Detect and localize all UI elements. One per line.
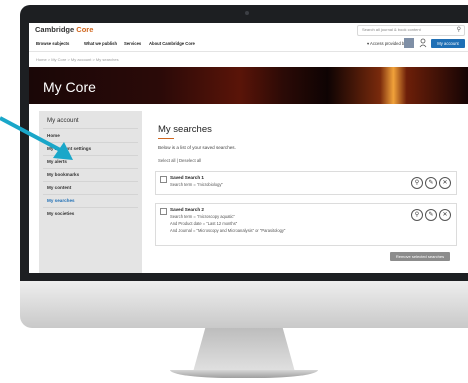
saved-search-name: Saved Search 1 (170, 175, 204, 180)
description-text: Below is a list of your saved searches. (158, 145, 236, 150)
monitor-chin (20, 281, 468, 328)
sidebar-item-searches[interactable]: My searches (47, 198, 75, 203)
saved-search-filter: And Product date = "Last 12 months" (170, 221, 238, 226)
delete-close-icon[interactable]: ✕ (439, 177, 451, 189)
sidebar-item-alerts[interactable]: My alerts (47, 159, 67, 164)
saved-search-checkbox[interactable] (160, 176, 167, 183)
sidebar-divider (43, 128, 138, 129)
sidebar-item-bookmarks[interactable]: My bookmarks (47, 172, 79, 177)
search-placeholder: Search all journal & book content (362, 27, 421, 32)
cambridge-core-logo[interactable]: Cambridge Core (35, 25, 93, 34)
saved-search-checkbox[interactable] (160, 208, 167, 215)
sidebar-divider (43, 142, 138, 143)
edit-pencil-icon[interactable]: ✎ (425, 209, 437, 221)
monitor-stand-base (170, 370, 318, 378)
saved-search-term: Search term = "microscopy aquatic" (170, 214, 235, 219)
page-title: My Core (43, 79, 96, 95)
edit-pencil-icon[interactable]: ✎ (425, 177, 437, 189)
institution-logo-icon (404, 38, 414, 48)
header-top: Cambridge Core Search all journal & book… (29, 23, 468, 36)
nav-browse-subjects[interactable]: Browse subjects (36, 41, 69, 46)
main-nav: Browse subjects What we publish Services… (29, 37, 468, 52)
remove-selected-button[interactable]: Remove selected searches (390, 252, 450, 261)
sidebar-divider (43, 207, 138, 208)
hero-banner: My Core (29, 67, 468, 104)
delete-close-icon[interactable]: ✕ (439, 209, 451, 221)
search-input[interactable]: Search all journal & book content ⚲ (357, 25, 465, 36)
title-underline (158, 138, 174, 139)
sidebar-divider (43, 155, 138, 156)
sidebar-item-home[interactable]: Home (47, 133, 60, 138)
sidebar-item-account-settings[interactable]: My account settings (47, 146, 91, 151)
saved-search-card: Saved Search 1 Search term = "microbiolo… (155, 171, 457, 195)
access-provided-label[interactable]: ▾ Access provided by (367, 41, 406, 46)
saved-search-name: Saved Search 2 (170, 207, 204, 212)
run-search-icon[interactable]: ⚲ (411, 177, 423, 189)
sidebar-divider (43, 168, 138, 169)
nav-what-we-publish[interactable]: What we publish (84, 41, 117, 46)
sidebar-heading: My account (47, 117, 79, 124)
breadcrumb[interactable]: Home > My Core > My account > My searche… (36, 57, 119, 62)
sidebar-item-content[interactable]: My content (47, 185, 71, 190)
nav-about[interactable]: About Cambridge Core (149, 41, 195, 46)
screen: Cambridge Core Search all journal & book… (29, 23, 468, 273)
saved-search-card: Saved Search 2 Search term = "microscopy… (155, 203, 457, 246)
sidebar-item-societies[interactable]: My societies (47, 211, 74, 216)
sidebar-divider (43, 181, 138, 182)
access-provided-text: Access provided by (370, 41, 407, 46)
logo-text-core: Core (76, 25, 94, 34)
search-icon[interactable]: ⚲ (457, 26, 461, 33)
monitor-stand (193, 328, 295, 372)
saved-search-filter: And Journal = "Microscopy and Microanaly… (170, 228, 286, 233)
nav-services[interactable]: Services (124, 41, 141, 46)
sidebar: My account Home My account settings My a… (39, 111, 142, 273)
my-account-button[interactable]: My account (431, 39, 465, 48)
logo-text: Cambridge (35, 25, 75, 34)
user-icon[interactable] (419, 38, 427, 48)
sidebar-divider (43, 194, 138, 195)
section-title: My searches (158, 124, 212, 135)
select-all-link[interactable]: Select all | Deselect all (158, 158, 201, 163)
run-search-icon[interactable]: ⚲ (411, 209, 423, 221)
camera (245, 11, 249, 15)
saved-search-term: Search term = "microbiology" (170, 182, 223, 187)
